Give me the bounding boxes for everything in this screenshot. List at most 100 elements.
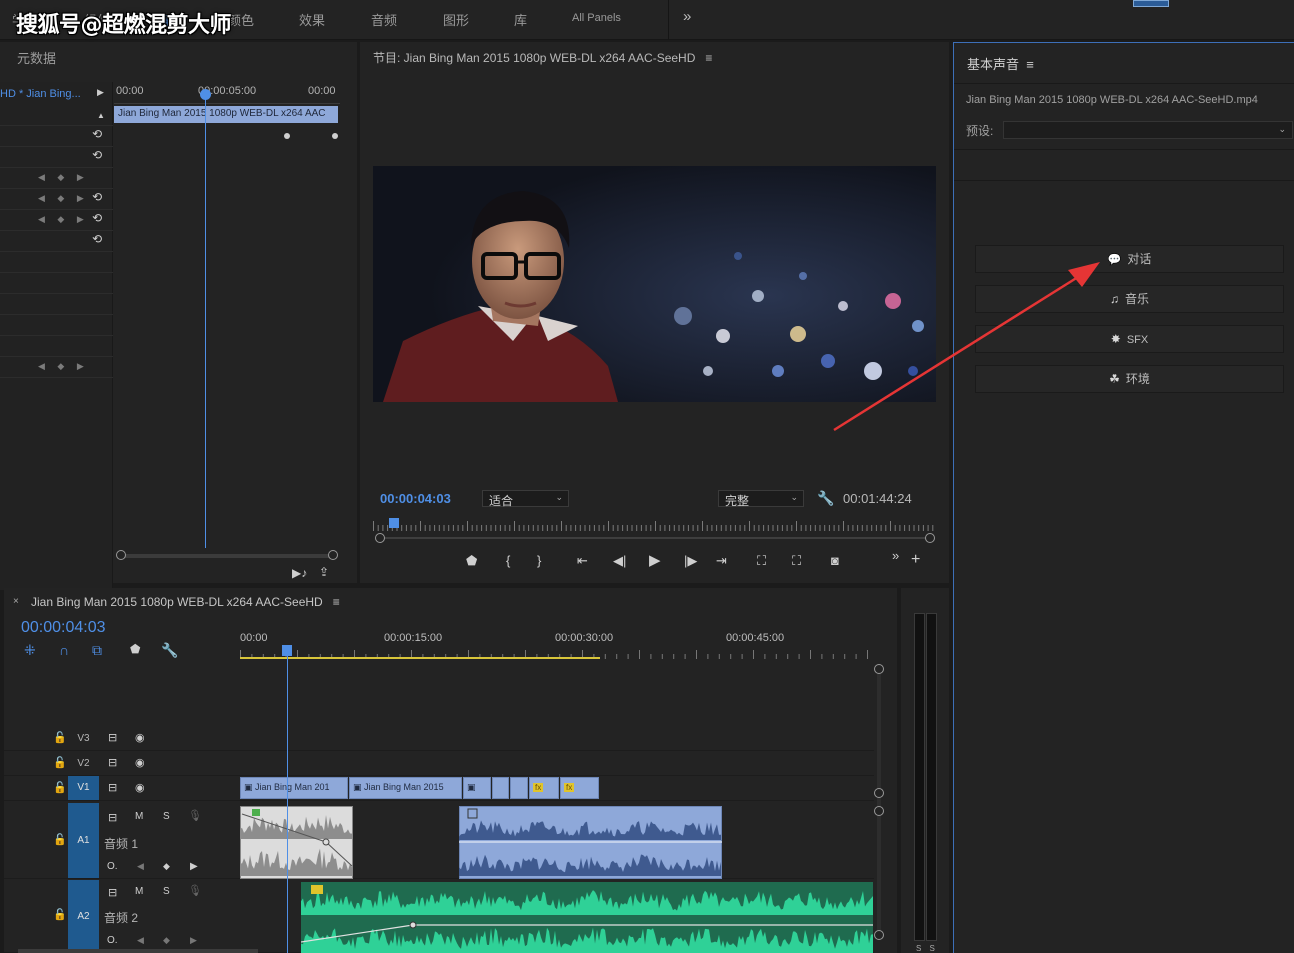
go-to-out-icon[interactable]: ⇥ [716, 553, 727, 569]
panel-menu-icon[interactable]: ≡ [333, 595, 340, 609]
volume-keyframe-icon[interactable]: O. [107, 861, 118, 872]
button-editor-plus-icon[interactable]: + [911, 551, 920, 569]
play-audio-icon[interactable]: ▶♪ [292, 566, 307, 580]
timeline-sequence-tab[interactable]: Jian Bing Man 2015 1080p WEB-DL x264 AAC… [31, 595, 340, 609]
playback-resolution-select[interactable]: 完整 ⌄ [718, 490, 804, 508]
eye-icon[interactable]: ◉ [135, 781, 145, 794]
dialogue-type-button[interactable]: 💬 对话 [975, 245, 1284, 273]
keyframe-nav-icon[interactable]: ◀ ◆ ▶ [38, 214, 89, 225]
timeline-vertical-scrollbar[interactable] [874, 664, 884, 940]
keyframe-add-icon[interactable]: ◆ [163, 861, 170, 872]
keyframe-next-icon[interactable]: ▶ [190, 861, 198, 872]
workspace-overflow-button[interactable]: » [683, 8, 691, 25]
export-icon[interactable]: ⇪ [319, 565, 329, 579]
video-clip[interactable]: ▣ Jian Bing Man 201 [240, 777, 348, 799]
volume-keyframe-icon[interactable]: O. [107, 935, 118, 946]
timeline-horizontal-scrollbar[interactable] [18, 949, 258, 953]
keyframe-prev-icon[interactable]: ◀ [137, 861, 144, 872]
scroll-handle-left[interactable] [116, 550, 126, 560]
program-playhead-handle[interactable] [389, 518, 399, 528]
wrench-icon[interactable]: 🔧 [161, 642, 178, 659]
mark-in-icon[interactable]: { [506, 553, 510, 568]
reset-icon[interactable]: ⟲ [92, 232, 102, 246]
keyframe-add-icon[interactable]: ◆ [163, 935, 170, 946]
video-frame[interactable] [373, 166, 936, 402]
scroll-handle-right[interactable] [328, 550, 338, 560]
preset-select[interactable]: ⌄ [1003, 121, 1293, 139]
audio-clip[interactable] [301, 882, 873, 953]
effect-playhead[interactable] [205, 90, 206, 548]
mute-button[interactable]: M [135, 811, 143, 822]
effect-time-ruler[interactable]: 00:00 00:00:05:00 00:00 [114, 82, 340, 104]
scroll-handle-left[interactable] [375, 533, 385, 543]
keyframe-dot[interactable] [332, 133, 338, 139]
keyframe-nav-icon[interactable]: ◀ ◆ ▶ [38, 193, 89, 204]
track-name-v3[interactable]: V3 [68, 733, 99, 744]
workspace-tab-audio[interactable]: 音频 [371, 10, 397, 29]
video-clip[interactable]: ▣ Jian Bing Man 2015 [349, 777, 462, 799]
keyframe-nav-icon[interactable]: ◀ ◆ ▶ [38, 361, 89, 372]
effect-clip-name[interactable]: HD * Jian Bing... [0, 88, 81, 100]
scroll-handle-right[interactable] [925, 533, 935, 543]
reset-icon[interactable]: ⟲ [92, 190, 102, 204]
film-sync-icon[interactable]: ⊟ [108, 731, 117, 744]
lock-icon[interactable]: 🔓 [53, 781, 67, 794]
mute-button[interactable]: M [135, 886, 143, 897]
timeline-playhead[interactable] [287, 656, 288, 953]
lock-icon[interactable]: 🔓 [53, 833, 67, 846]
solo-buttons-label[interactable]: S S [916, 944, 938, 953]
program-zoom-scrollbar[interactable] [375, 533, 935, 543]
update-button[interactable] [1133, 0, 1169, 7]
panel-menu-icon[interactable]: ≡ [705, 51, 712, 65]
zoom-fit-select[interactable]: 适合 ⌄ [482, 490, 569, 508]
workspace-tab-graphics[interactable]: 图形 [443, 10, 469, 29]
program-monitor-title[interactable]: 节目: Jian Bing Man 2015 1080p WEB-DL x264… [373, 49, 712, 66]
video-clip[interactable]: ▣ [463, 777, 491, 799]
lock-icon[interactable]: 🔓 [53, 756, 67, 769]
go-to-in-icon[interactable]: ⇤ [577, 553, 588, 569]
effect-clip-bar[interactable]: Jian Bing Man 2015 1080p WEB-DL x264 AAC [114, 106, 338, 123]
workspace-tab-effects[interactable]: 效果 [299, 10, 325, 29]
film-sync-icon[interactable]: ⊟ [108, 781, 117, 794]
track-name-a2[interactable]: A2 [68, 880, 99, 953]
track-name-v1[interactable]: V1 [68, 776, 99, 800]
scroll-handle-top[interactable] [874, 664, 884, 674]
keyframe-nav-icon[interactable]: ◀ ◆ ▶ [38, 172, 89, 183]
track-name-v2[interactable]: V2 [68, 758, 99, 769]
film-sync-icon[interactable]: ⊟ [108, 811, 117, 824]
solo-button[interactable]: S [163, 886, 170, 897]
add-marker-icon[interactable]: ⬟ [466, 553, 477, 569]
microphone-icon[interactable]: 🎙 [188, 809, 202, 822]
lock-icon[interactable]: 🔓 [53, 731, 67, 744]
microphone-icon[interactable]: 🎙 [188, 884, 202, 897]
effect-zoom-scrollbar[interactable] [116, 550, 338, 560]
play-triangle-icon[interactable]: ▶ [97, 87, 104, 98]
solo-button[interactable]: S [163, 811, 170, 822]
add-marker-icon[interactable]: ⬟ [130, 642, 140, 656]
scroll-handle-bottom[interactable] [874, 788, 884, 798]
keyframe-next-icon[interactable]: ▶ [190, 935, 197, 946]
step-forward-icon[interactable]: |▶ [684, 553, 697, 569]
video-clip[interactable] [492, 777, 509, 799]
effect-playhead-handle[interactable] [200, 89, 211, 100]
ambience-type-button[interactable]: ☘ 环境 [975, 365, 1284, 393]
step-back-icon[interactable]: ◀| [613, 553, 626, 569]
essential-sound-title[interactable]: 基本声音 ≡ [967, 54, 1034, 73]
panel-menu-icon[interactable]: ≡ [1026, 57, 1034, 72]
film-sync-icon[interactable]: ⊟ [108, 756, 117, 769]
overflow-icon[interactable]: » [892, 548, 899, 563]
workspace-tab-all-panels[interactable]: All Panels [572, 12, 621, 24]
timeline-playhead-handle[interactable] [282, 645, 292, 656]
lift-icon[interactable]: ⛶ [757, 553, 766, 569]
mark-out-icon[interactable]: } [537, 553, 541, 568]
work-area-bar[interactable] [240, 657, 600, 659]
sfx-type-button[interactable]: ✸ SFX [975, 325, 1284, 353]
scroll-handle-top[interactable] [874, 806, 884, 816]
scroll-handle-bottom[interactable] [874, 930, 884, 940]
video-clip[interactable]: fx [560, 777, 599, 799]
workspace-tab-libraries[interactable]: 库 [514, 10, 527, 29]
eye-icon[interactable]: ◉ [135, 731, 145, 744]
panel-tab-metadata[interactable]: 元数据 [17, 48, 56, 67]
extract-icon[interactable]: ⛶ [792, 553, 801, 569]
keyframe-prev-icon[interactable]: ◀ [137, 935, 144, 946]
